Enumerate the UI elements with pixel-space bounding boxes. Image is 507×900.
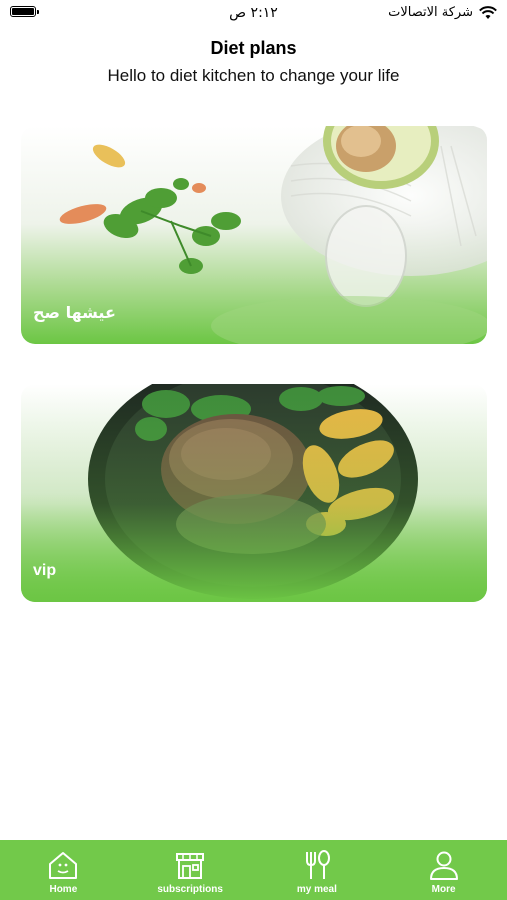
tab-my-meal[interactable]: my meal bbox=[254, 840, 381, 900]
tab-label: More bbox=[431, 884, 456, 895]
tab-label: subscriptions bbox=[157, 884, 223, 895]
plan-card-label: vip bbox=[33, 562, 57, 579]
status-carrier: شركة الاتصالات bbox=[388, 5, 497, 20]
tab-label: my meal bbox=[296, 884, 337, 895]
plan-card-eishha-sah[interactable]: عيشها صح bbox=[21, 126, 487, 344]
plan-card-label: عيشها صح bbox=[33, 303, 116, 322]
tab-label: Home bbox=[49, 884, 78, 895]
page-subtitle: Hello to diet kitchen to change your lif… bbox=[107, 66, 400, 85]
plan-card-image bbox=[21, 384, 487, 602]
carrier-name: شركة الاتصالات bbox=[388, 5, 473, 20]
bottom-tab-bar: Home subscriptions my meal More bbox=[0, 840, 507, 900]
wifi-icon bbox=[479, 5, 497, 19]
status-bar: ٢:١٢ ص شركة الاتصالات bbox=[0, 0, 507, 28]
page-title: Diet plans bbox=[210, 38, 297, 58]
tab-more[interactable]: More bbox=[380, 840, 507, 900]
home-icon bbox=[49, 852, 78, 879]
fork-spoon-icon bbox=[305, 850, 330, 879]
tab-home[interactable]: Home bbox=[0, 840, 127, 900]
store-icon bbox=[176, 853, 205, 879]
tab-subscriptions[interactable]: subscriptions bbox=[127, 840, 254, 900]
user-icon bbox=[429, 851, 458, 880]
plan-card-vip[interactable]: vip bbox=[21, 384, 487, 602]
